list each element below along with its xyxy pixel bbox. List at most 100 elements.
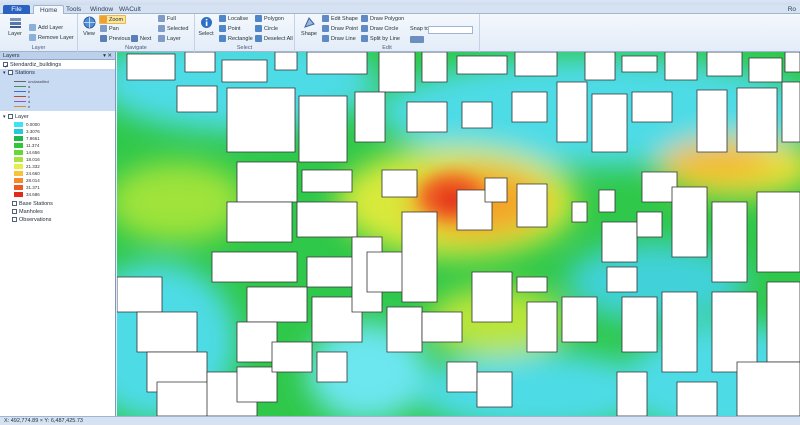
building-footprint[interactable] [571,201,588,223]
building-footprint[interactable] [631,91,673,123]
remove-layer-button[interactable]: Remove Layer [29,34,74,43]
building-footprint[interactable] [298,95,348,163]
select-button[interactable]: Select [197,16,215,46]
layer-row-observations[interactable]: Observations [0,216,115,224]
panel-controls[interactable]: ▾ ✕ [103,52,112,60]
shape-button[interactable]: Shape [300,16,318,46]
localise-button[interactable]: Localise [219,15,248,24]
building-footprint[interactable] [354,91,386,143]
building-footprint[interactable] [711,291,758,373]
building-footprint[interactable] [556,81,588,143]
pan-button[interactable]: Pan [100,25,119,34]
building-footprint[interactable] [706,52,743,77]
building-footprint[interactable] [126,53,176,81]
building-footprint[interactable] [274,52,298,71]
building-footprint[interactable] [296,201,358,238]
zoom-layer-button[interactable]: Layer [158,35,181,44]
split-by-line-button[interactable]: Split by Line [361,35,400,44]
map-canvas[interactable] [117,52,800,416]
building-footprint[interactable] [211,251,298,283]
building-footprint[interactable] [226,201,293,243]
previous-button[interactable]: Previous [100,35,130,44]
building-footprint[interactable] [584,52,616,81]
zoom-button[interactable]: Zoom [99,15,126,24]
building-footprint[interactable] [221,59,268,83]
building-footprint[interactable] [316,351,348,383]
building-footprint[interactable] [661,291,698,373]
building-footprint[interactable] [671,186,708,258]
building-footprint[interactable] [696,89,728,153]
layer-row-base-stations[interactable]: Base Stations [0,200,115,208]
layer-row-grid[interactable]: ▾ Layer [0,113,115,121]
full-extent-button[interactable]: Full [158,15,176,24]
tab-file[interactable]: File [3,5,30,14]
layer-checkbox[interactable]: ✓ [3,62,9,70]
building-footprint[interactable] [246,286,308,323]
layer-button[interactable]: Layer [6,16,24,46]
building-footprint[interactable] [421,52,448,83]
draw-polygon-button[interactable]: Draw Polygon [361,15,404,24]
building-footprint[interactable] [484,177,508,203]
building-footprint[interactable] [236,161,298,203]
building-footprint[interactable] [184,52,216,73]
building-footprint[interactable] [421,311,463,343]
building-footprint[interactable] [621,55,658,73]
building-footprint[interactable] [781,81,800,143]
building-footprint[interactable] [456,55,508,75]
building-footprint[interactable] [756,191,800,273]
building-footprint[interactable] [736,87,778,153]
building-footprint[interactable] [301,169,353,193]
layer-checkbox[interactable] [12,209,17,215]
building-footprint[interactable] [306,52,368,75]
building-footprint[interactable] [476,371,513,408]
next-button[interactable]: Next [131,35,151,44]
building-footprint[interactable] [156,381,213,416]
building-footprint[interactable] [514,52,558,77]
building-footprint[interactable] [621,296,658,353]
building-footprint[interactable] [461,101,493,129]
building-footprint[interactable] [636,211,663,238]
heatmap-svg[interactable] [117,52,800,416]
building-footprint[interactable] [271,341,313,373]
draw-point-button[interactable]: Draw Point [322,25,358,34]
building-footprint[interactable] [386,306,423,353]
building-footprint[interactable] [591,93,628,153]
building-footprint[interactable] [784,52,800,73]
tab-overflow[interactable]: Ro [788,5,796,14]
building-footprint[interactable] [117,276,163,313]
building-footprint[interactable] [471,271,513,323]
building-footprint[interactable] [236,366,278,403]
building-footprint[interactable] [748,57,783,83]
snap-options-button[interactable] [410,36,426,45]
building-footprint[interactable] [511,91,548,123]
building-footprint[interactable] [736,361,800,416]
layer-row-stations[interactable]: ▾ Stations [0,69,115,77]
building-footprint[interactable] [616,371,648,416]
add-layer-button[interactable]: Add Layer [29,24,63,33]
building-footprint[interactable] [378,52,416,93]
tab-wacult[interactable]: WACult [113,5,147,14]
draw-line-button[interactable]: Draw Line [322,35,356,44]
building-footprint[interactable] [366,251,408,293]
building-footprint[interactable] [226,87,296,153]
building-footprint[interactable] [664,52,698,81]
building-footprint[interactable] [516,183,548,228]
edit-shape-button[interactable]: Edit Shape [322,15,358,24]
building-footprint[interactable] [606,266,638,293]
building-footprint[interactable] [766,281,800,363]
building-footprint[interactable] [601,221,638,263]
select-rectangle-button[interactable]: Rectangle [219,35,253,44]
view-button[interactable]: View [80,16,98,46]
building-footprint[interactable] [711,201,748,283]
deselect-all-button[interactable]: Deselect All [255,35,293,44]
select-circle-button[interactable]: Circle [255,25,278,34]
layer-row-manholes[interactable]: Manholes [0,208,115,216]
draw-circle-button[interactable]: Draw Circle [361,25,398,34]
layer-checkbox[interactable] [8,70,13,76]
building-footprint[interactable] [676,381,718,416]
building-footprint[interactable] [598,189,616,213]
layer-row-buildings[interactable]: ✓Stendardiz_buildings [0,61,115,70]
zoom-selected-button[interactable]: Selected [158,25,188,34]
layer-checkbox[interactable] [12,217,17,223]
building-footprint[interactable] [526,301,558,353]
